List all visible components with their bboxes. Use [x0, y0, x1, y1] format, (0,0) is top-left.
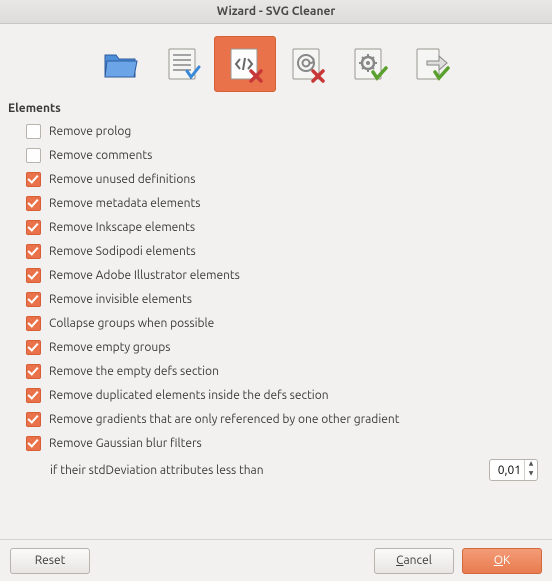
checkbox[interactable] — [26, 412, 41, 427]
checkbox[interactable] — [26, 388, 41, 403]
option-label: Remove prolog — [49, 125, 131, 138]
checkbox[interactable] — [26, 292, 41, 307]
export-icon — [411, 45, 451, 83]
spinner-up[interactable]: ▲ — [525, 460, 537, 470]
option-row: Remove prolog — [26, 119, 526, 143]
footer: Reset Cancel OK — [0, 539, 552, 581]
option-label: Remove Inkscape elements — [49, 221, 195, 234]
folder-icon — [101, 45, 141, 83]
option-row: Remove duplicated elements inside the de… — [26, 383, 526, 407]
checkbox[interactable] — [26, 124, 41, 139]
option-row: Remove Adobe Illustrator elements — [26, 263, 526, 287]
option-label: Remove metadata elements — [49, 197, 200, 210]
options-list: Remove prolog Remove comments Remove unuse… — [12, 117, 540, 455]
cancel-button[interactable]: Cancel — [374, 548, 454, 574]
checkbox[interactable] — [26, 364, 41, 379]
option-row: Remove unused definitions — [26, 167, 526, 191]
option-label: Remove gradients that are only reference… — [49, 413, 399, 426]
checkbox[interactable] — [26, 220, 41, 235]
option-label: Collapse groups when possible — [49, 317, 214, 330]
gaussian-threshold-input[interactable] — [490, 462, 524, 479]
tab-output[interactable] — [400, 36, 462, 92]
option-label: Remove Sodipodi elements — [49, 245, 196, 258]
checkbox[interactable] — [26, 148, 41, 163]
gear-icon — [349, 45, 389, 83]
window-titlebar: Wizard - SVG Cleaner — [0, 0, 552, 24]
option-row: Remove comments — [26, 143, 526, 167]
option-row: Remove metadata elements — [26, 191, 526, 215]
option-row: Remove Inkscape elements — [26, 215, 526, 239]
checkbox[interactable] — [26, 316, 41, 331]
checkbox[interactable] — [26, 244, 41, 259]
tab-elements[interactable] — [214, 36, 276, 92]
at-icon — [287, 45, 327, 83]
tab-attributes[interactable] — [276, 36, 338, 92]
gaussian-threshold-label: if their stdDeviation attributes less th… — [50, 464, 489, 477]
checkbox[interactable] — [26, 172, 41, 187]
checkbox[interactable] — [26, 340, 41, 355]
tab-optimize[interactable] — [338, 36, 400, 92]
reset-button[interactable]: Reset — [10, 548, 90, 574]
option-label: Remove Gaussian blur filters — [49, 437, 202, 450]
tab-files[interactable] — [90, 36, 152, 92]
code-icon — [225, 45, 265, 83]
checkbox[interactable] — [26, 436, 41, 451]
section-title: Elements — [8, 100, 540, 117]
option-label: Remove unused definitions — [49, 173, 195, 186]
tab-presets[interactable] — [152, 36, 214, 92]
option-row: Remove Gaussian blur filters — [26, 431, 526, 455]
option-row: Remove Sodipodi elements — [26, 239, 526, 263]
option-row: Collapse groups when possible — [26, 311, 526, 335]
checkbox[interactable] — [26, 268, 41, 283]
option-label: Remove duplicated elements inside the de… — [49, 389, 329, 402]
checklist-icon — [163, 45, 203, 83]
spinner-buttons: ▲ ▼ — [524, 460, 537, 480]
content-area: Elements Remove prologRemove commentsRem… — [0, 24, 552, 489]
option-row: Remove the empty defs section — [26, 359, 526, 383]
option-label: Remove comments — [49, 149, 152, 162]
spinner-down[interactable]: ▼ — [525, 470, 537, 480]
option-label: Remove empty groups — [49, 341, 170, 354]
ok-button[interactable]: OK — [462, 548, 542, 574]
option-row: Remove empty groups — [26, 335, 526, 359]
checkbox[interactable] — [26, 196, 41, 211]
wizard-toolbar — [12, 32, 540, 100]
option-label: Remove invisible elements — [49, 293, 192, 306]
window-title: Wizard - SVG Cleaner — [217, 5, 336, 18]
option-label: Remove the empty defs section — [49, 365, 219, 378]
option-row: Remove gradients that are only reference… — [26, 407, 526, 431]
option-row: Remove invisible elements — [26, 287, 526, 311]
gaussian-threshold-row: if their stdDeviation attributes less th… — [12, 455, 538, 489]
gaussian-threshold-spinner[interactable]: ▲ ▼ — [489, 459, 538, 481]
option-label: Remove Adobe Illustrator elements — [49, 269, 240, 282]
